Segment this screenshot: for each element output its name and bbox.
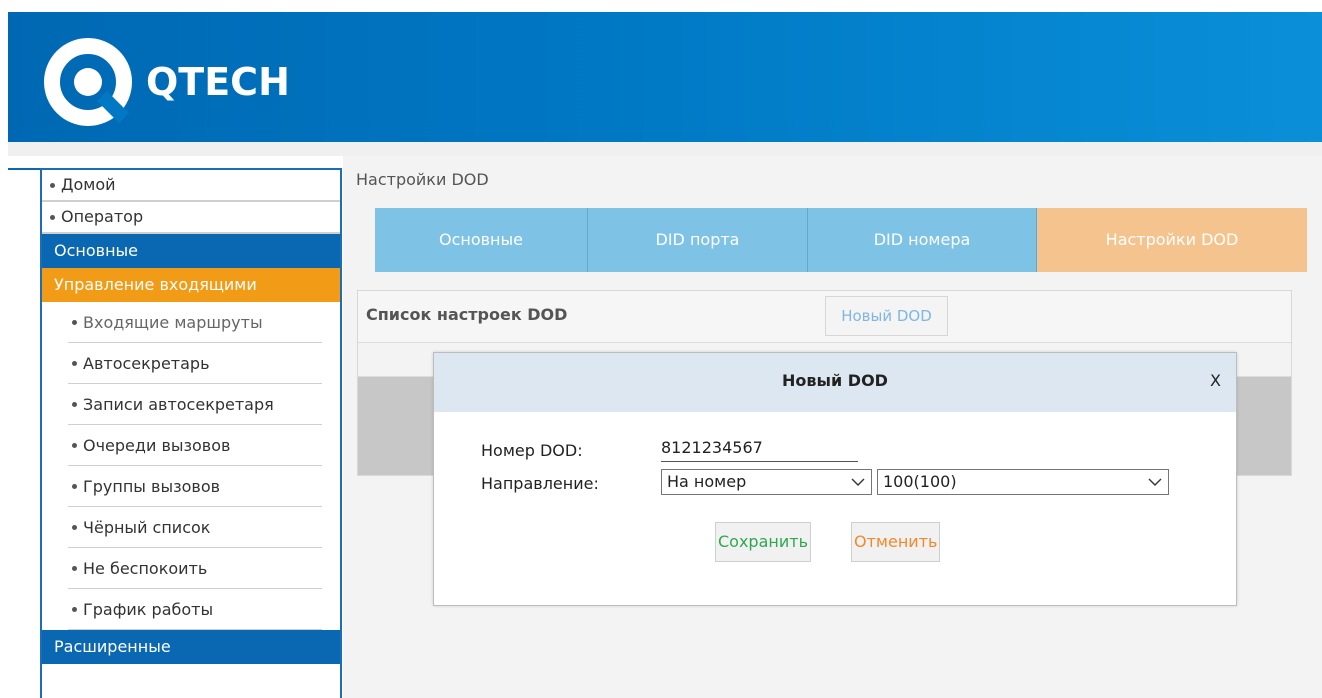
direction-target-select[interactable]: 100(100) <box>877 469 1169 495</box>
bullet-icon <box>72 320 77 325</box>
sidebar-item-schedule[interactable]: График работы <box>42 589 340 630</box>
sidebar-item-label: Группы вызовов <box>83 477 221 496</box>
tab-dod-settings[interactable]: Настройки DOD <box>1037 208 1307 272</box>
bullet-icon <box>72 361 77 366</box>
sidebar-item-dnd[interactable]: Не беспокоить <box>42 548 340 589</box>
sidebar-item-label: Входящие маршруты <box>83 313 263 332</box>
sidebar-item-label: Оператор <box>61 207 144 226</box>
direction-type-select[interactable]: На номер <box>661 469 872 495</box>
sidebar-item-label: Записи автосекретаря <box>83 395 274 414</box>
sidebar-item-label: Домой <box>61 175 116 194</box>
dialog-header: Новый DOD X <box>434 353 1236 412</box>
tab-bar: Основные DID порта DID номера Настройки … <box>375 208 1307 272</box>
close-icon[interactable]: X <box>1210 371 1221 390</box>
breadcrumb: Настройки DOD <box>356 170 489 189</box>
sidebar-item-call-queues[interactable]: Очереди вызовов <box>42 425 340 466</box>
dod-number-label: Номер DOD: <box>481 441 583 460</box>
chevron-down-icon <box>851 478 865 486</box>
sidebar-top-line <box>8 168 40 170</box>
sidebar-item-label: Чёрный список <box>83 518 211 537</box>
direction-type-value: На номер <box>667 472 747 491</box>
dod-number-field[interactable]: 8121234567 <box>661 437 858 462</box>
qtech-logo-icon <box>44 38 132 126</box>
chevron-down-icon <box>1148 478 1162 486</box>
cancel-button[interactable]: Отменить <box>851 522 941 562</box>
sidebar-item-label: Не беспокоить <box>83 559 208 578</box>
bullet-icon <box>72 566 77 571</box>
bullet-icon <box>50 182 55 188</box>
sidebar-item-label: Автосекретарь <box>83 354 210 373</box>
new-dod-dialog: Новый DOD X Номер DOD: 8121234567 Направ… <box>433 352 1237 606</box>
sidebar-item-operator[interactable]: Оператор <box>42 202 340 234</box>
bullet-icon <box>72 525 77 530</box>
logo-text: QTECH <box>146 60 290 104</box>
bullet-icon <box>50 214 55 220</box>
sidebar-item-home[interactable]: Домой <box>42 170 340 202</box>
sidebar-section-basic[interactable]: Основные <box>42 234 340 268</box>
bullet-icon <box>72 607 77 612</box>
bullet-icon <box>72 443 77 448</box>
sidebar-item-autoattendant-records[interactable]: Записи автосекретаря <box>42 384 340 425</box>
sidebar-menu: Домой Оператор Основные Управление входя… <box>40 168 342 698</box>
sidebar-section-incoming[interactable]: Управление входящими <box>42 268 340 302</box>
tab-basic[interactable]: Основные <box>375 208 588 272</box>
sidebar-item-blacklist[interactable]: Чёрный список <box>42 507 340 548</box>
sidebar-section-advanced[interactable]: Расширенные <box>42 630 340 664</box>
tab-did-port[interactable]: DID порта <box>588 208 808 272</box>
panel-title: Список настроек DOD <box>366 305 568 324</box>
sidebar-item-autoattendant[interactable]: Автосекретарь <box>42 343 340 384</box>
logo: QTECH <box>40 34 290 130</box>
direction-label: Направление: <box>481 474 599 493</box>
bullet-icon <box>72 484 77 489</box>
sidebar: Домой Оператор Основные Управление входя… <box>8 168 342 698</box>
tab-did-number[interactable]: DID номера <box>808 208 1037 272</box>
new-dod-button[interactable]: Новый DOD <box>825 296 948 336</box>
sidebar-item-incoming-routes[interactable]: Входящие маршруты <box>42 302 340 343</box>
save-button[interactable]: Сохранить <box>715 522 811 562</box>
header-divider <box>8 142 1322 156</box>
dialog-title: Новый DOD <box>782 371 888 390</box>
bullet-icon <box>72 402 77 407</box>
sidebar-item-call-groups[interactable]: Группы вызовов <box>42 466 340 507</box>
sidebar-item-label: График работы <box>83 600 214 619</box>
direction-target-value: 100(100) <box>883 472 957 491</box>
panel-header: Список настроек DOD Новый DOD <box>358 291 1291 343</box>
sidebar-item-label: Очереди вызовов <box>83 436 231 455</box>
header-banner: QTECH <box>8 12 1322 142</box>
